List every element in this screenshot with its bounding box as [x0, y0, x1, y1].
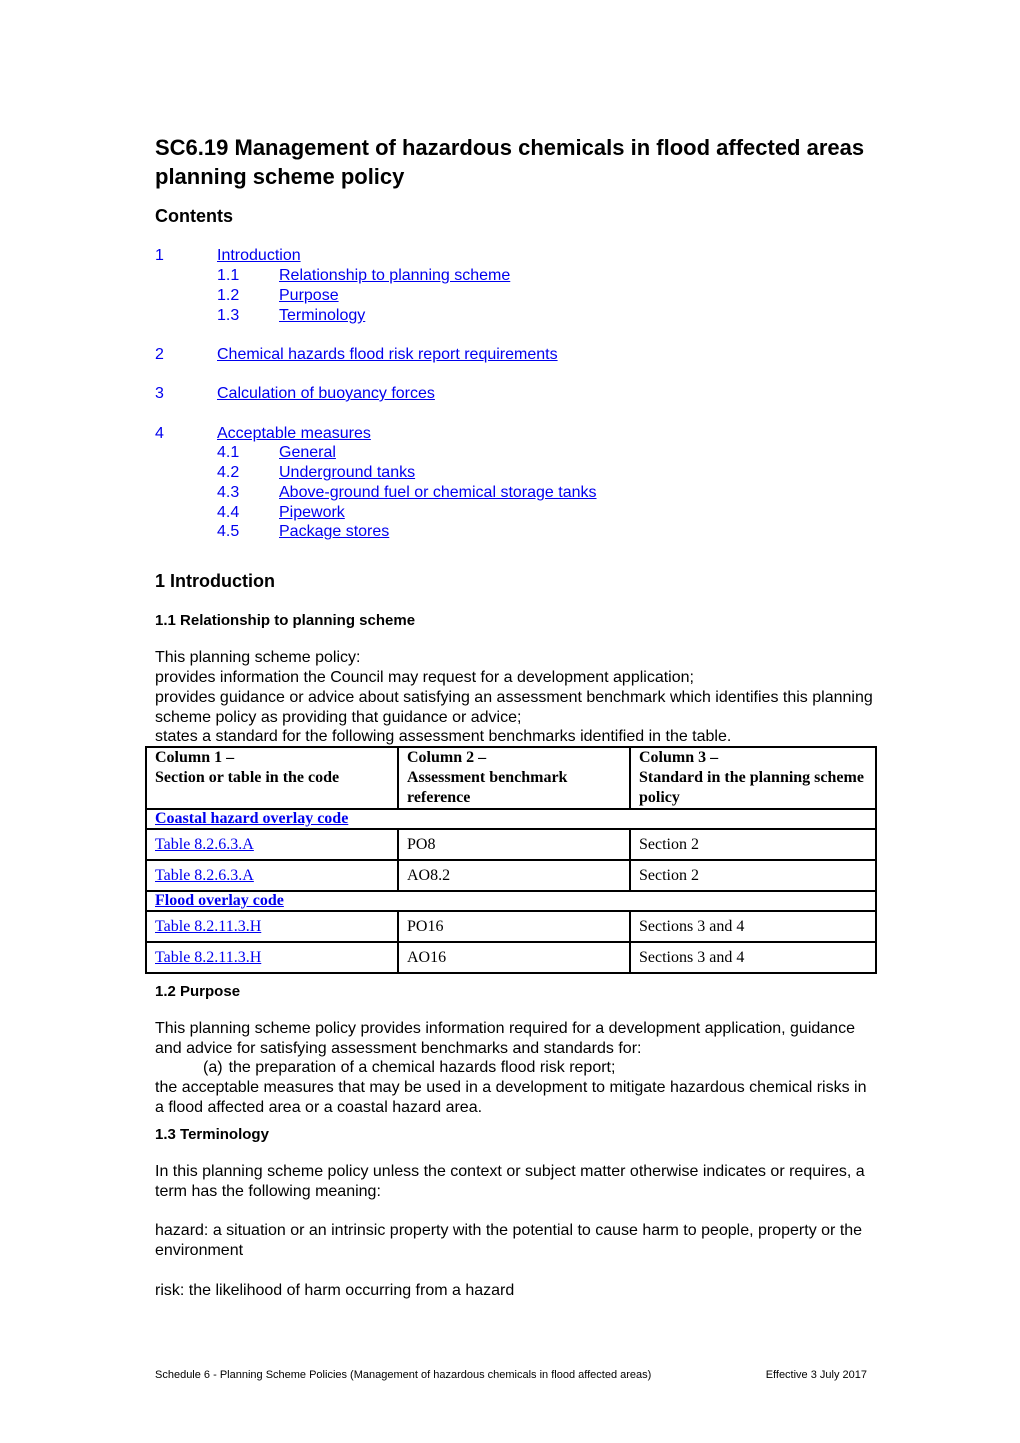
- section-1-3-heading: 1.3 Terminology: [155, 1126, 269, 1143]
- header-line: Assessment benchmark reference: [407, 769, 568, 806]
- toc-number: 1.2: [217, 287, 240, 304]
- toc-number: 4.5: [217, 523, 240, 540]
- table-group-cell: Coastal hazard overlay code: [145, 808, 877, 830]
- paragraph: This planning scheme policy provides inf…: [155, 1020, 855, 1057]
- paragraph: provides guidance or advice about satisf…: [155, 689, 873, 726]
- toc-number: 4.2: [217, 464, 240, 481]
- toc-label: Chemical hazards flood risk report requi…: [217, 346, 558, 363]
- table-row: Table 8.2.6.3.A AO8.2 Section 2: [145, 859, 877, 892]
- header-line: Column 2 –: [407, 749, 487, 766]
- toc-number: 4.3: [217, 484, 240, 501]
- table-cell: Sections 3 and 4: [629, 910, 877, 943]
- table-reference-link[interactable]: Table 8.2.6.3.A: [155, 867, 254, 884]
- toc-number: 4: [155, 425, 164, 442]
- table-group-row: Flood overlay code: [145, 890, 877, 912]
- table-cell: Sections 3 and 4: [629, 941, 877, 974]
- contents-heading: Contents: [155, 206, 233, 226]
- table-header-cell: Column 1 – Section or table in the code: [145, 746, 399, 810]
- toc-label: Terminology: [279, 307, 366, 324]
- table-cell: AO8.2: [397, 859, 631, 892]
- toc-number: 3: [155, 385, 164, 402]
- table-header-row: Column 1 – Section or table in the code C…: [145, 746, 877, 810]
- toc-link-2[interactable]: 2 Chemical hazards flood risk report requ…: [155, 345, 558, 365]
- toc-label: Relationship to planning scheme: [279, 267, 511, 284]
- definition-hazard: hazard: a situation or an intrinsic prop…: [155, 1222, 863, 1259]
- toc-link-4-5[interactable]: 4.5 Package stores: [217, 522, 389, 542]
- table-cell: PO16: [397, 910, 631, 943]
- toc-number: 4.4: [217, 504, 240, 521]
- toc-number: 4.1: [217, 444, 240, 461]
- table-header-cell: Column 3 – Standard in the planning schem…: [629, 746, 877, 810]
- paragraph: provides information the Council may req…: [155, 669, 694, 686]
- group-link-flood-overlay-code[interactable]: Flood overlay code: [155, 892, 284, 909]
- header-line: Section or table in the code: [155, 769, 340, 786]
- toc-link-1-3[interactable]: 1.3 Terminology: [217, 306, 365, 326]
- page-title: SC6.19 Management of hazardous chemicals…: [155, 135, 865, 189]
- toc-link-4-2[interactable]: 4.2 Underground tanks: [217, 463, 415, 483]
- table-cell: AO16: [397, 941, 631, 974]
- toc-link-1-1[interactable]: 1.1 Relationship to planning scheme: [217, 266, 510, 286]
- table-cell: Section 2: [629, 859, 877, 892]
- toc-link-4-4[interactable]: 4.4 Pipework: [217, 503, 345, 523]
- toc-number: 1.3: [217, 307, 240, 324]
- header-line: Column 3 –: [639, 749, 719, 766]
- table-row: Table 8.2.11.3.H AO16 Sections 3 and 4: [145, 941, 877, 974]
- table-header-cell: Column 2 – Assessment benchmark reference: [397, 746, 631, 810]
- toc-label: Calculation of buoyancy forces: [217, 385, 435, 402]
- toc-link-4-1[interactable]: 4.1 General: [217, 443, 336, 463]
- table-group-row: Coastal hazard overlay code: [145, 808, 877, 830]
- footer-effective-date: Effective 3 July 2017: [765, 1369, 867, 1381]
- table-reference-link[interactable]: Table 8.2.6.3.A: [155, 836, 254, 853]
- toc-link-1[interactable]: 1 Introduction: [155, 246, 301, 266]
- table-cell: Table 8.2.6.3.A: [145, 828, 399, 861]
- toc-link-1-2[interactable]: 1.2 Purpose: [217, 286, 339, 306]
- toc-label: Underground tanks: [279, 464, 416, 481]
- toc-link-3[interactable]: 3 Calculation of buoyancy forces: [155, 384, 435, 404]
- toc-label: Introduction: [217, 247, 301, 264]
- paragraph: In this planning scheme policy unless th…: [155, 1163, 865, 1200]
- list-item-text: the preparation of a chemical hazards fl…: [228, 1059, 616, 1076]
- toc-number: 1: [155, 247, 164, 264]
- page-footer: Schedule 6 - Planning Scheme Policies (M…: [155, 1369, 867, 1381]
- header-line: Standard in the planning scheme policy: [639, 769, 864, 806]
- table-reference-link[interactable]: Table 8.2.11.3.H: [155, 949, 261, 966]
- table-cell: PO8: [397, 828, 631, 861]
- toc-label: Pipework: [279, 504, 345, 521]
- list-marker: (a): [203, 1059, 223, 1076]
- paragraph: the acceptable measures that may be used…: [155, 1079, 867, 1116]
- footer-left: Schedule 6 - Planning Scheme Policies (M…: [155, 1369, 652, 1381]
- toc-label: Acceptable measures: [217, 425, 371, 442]
- toc-link-4[interactable]: 4 Acceptable measures: [155, 424, 371, 444]
- table-cell: Table 8.2.6.3.A: [145, 859, 399, 892]
- toc-number: 2: [155, 346, 164, 363]
- toc-label: General: [279, 444, 336, 461]
- paragraph: states a standard for the following asse…: [155, 728, 732, 745]
- header-line: Column 1 –: [155, 749, 235, 766]
- table-cell: Section 2: [629, 828, 877, 861]
- section-1-heading: 1 Introduction: [155, 571, 275, 591]
- table-row: Table 8.2.11.3.H PO16 Sections 3 and 4: [145, 910, 877, 943]
- table-reference-link[interactable]: Table 8.2.11.3.H: [155, 918, 261, 935]
- benchmark-table: Column 1 – Section or table in the code C…: [145, 746, 877, 974]
- group-link-coastal-hazard-overlay-code[interactable]: Coastal hazard overlay code: [155, 810, 348, 827]
- toc-number: 1.1: [217, 267, 240, 284]
- table-group-cell: Flood overlay code: [145, 890, 877, 912]
- table-row: Table 8.2.6.3.A PO8 Section 2: [145, 828, 877, 861]
- definition-risk: risk: the likelihood of harm occurring f…: [155, 1282, 515, 1299]
- list-item: (a) the preparation of a chemical hazards…: [203, 1058, 877, 1078]
- toc-link-4-3[interactable]: 4.3 Above-ground fuel or chemical storage…: [217, 483, 597, 503]
- section-1-2-heading: 1.2 Purpose: [155, 983, 241, 1000]
- toc-label: Above-ground fuel or chemical storage ta…: [279, 484, 597, 501]
- table-cell: Table 8.2.11.3.H: [145, 910, 399, 943]
- section-1-1-heading: 1.1 Relationship to planning scheme: [155, 612, 416, 629]
- toc-label: Package stores: [279, 523, 390, 540]
- table-cell: Table 8.2.11.3.H: [145, 941, 399, 974]
- toc-label: Purpose: [279, 287, 339, 304]
- paragraph: This planning scheme policy:: [155, 649, 361, 666]
